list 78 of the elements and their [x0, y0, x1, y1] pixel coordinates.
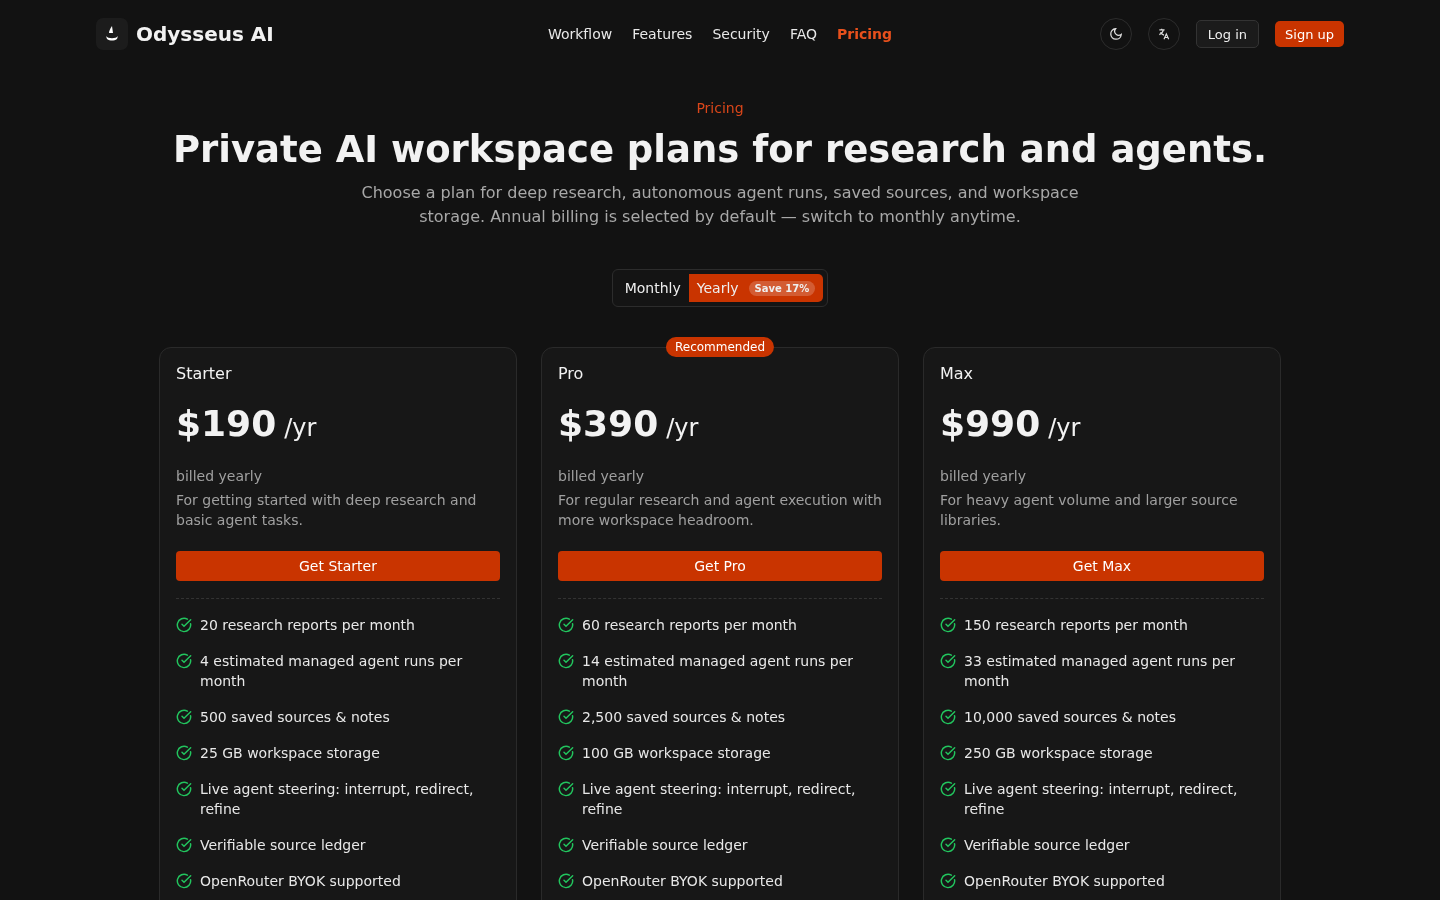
- check-circle-icon: [558, 617, 574, 633]
- check-circle-icon: [940, 617, 956, 633]
- feature-text: Verifiable source ledger: [964, 836, 1130, 855]
- nav-link[interactable]: Pricing: [837, 26, 893, 42]
- logo-icon: [96, 18, 128, 50]
- billing-note: billed yearly: [940, 468, 1027, 484]
- feature-text: 60 research reports per month: [582, 616, 797, 635]
- language-icon: [1156, 27, 1171, 41]
- plan-description: For regular research and agent execution with more workspace headroom.: [558, 491, 882, 530]
- feature-text: 250 GB workspace storage: [964, 744, 1153, 763]
- billing-note: billed yearly: [176, 468, 263, 484]
- check-circle-icon: [176, 617, 192, 633]
- check-circle-icon: [176, 873, 192, 889]
- feature-text: Live agent steering: interrupt, redirect, refine: [582, 780, 857, 819]
- plan-price: $990: [940, 403, 1041, 444]
- feature-text: Verifiable source ledger: [582, 836, 748, 855]
- login-button[interactable]: Log in: [1195, 20, 1259, 48]
- plan-cta-button[interactable]: Get Pro: [558, 551, 882, 581]
- billing-option[interactable]: Monthly: [616, 274, 689, 302]
- moon-icon: [1108, 27, 1123, 41]
- feature-text: 100 GB workspace storage: [582, 744, 771, 763]
- nav-link[interactable]: Workflow: [547, 26, 613, 42]
- feature-text: Verifiable source ledger: [200, 836, 366, 855]
- feature-text: 14 estimated managed agent runs per month: [582, 652, 855, 691]
- feature-text: 20 research reports per month: [200, 616, 415, 635]
- nav-link[interactable]: FAQ: [789, 26, 818, 42]
- check-circle-icon: [940, 653, 956, 669]
- check-circle-icon: [940, 837, 956, 853]
- check-circle-icon: [940, 781, 956, 797]
- plan-price: $190: [176, 403, 277, 444]
- nav-link[interactable]: Security: [712, 26, 770, 42]
- feature-text: 150 research reports per month: [964, 616, 1188, 635]
- feature-text: OpenRouter BYOK supported: [964, 872, 1165, 891]
- plan-name: Starter: [176, 364, 233, 383]
- check-circle-icon: [176, 745, 192, 761]
- check-circle-icon: [176, 709, 192, 725]
- check-circle-icon: [558, 837, 574, 853]
- check-circle-icon: [558, 709, 574, 725]
- billing-note: billed yearly: [558, 468, 645, 484]
- feature-text: 2,500 saved sources & notes: [582, 708, 786, 727]
- signup-button[interactable]: Sign up: [1275, 21, 1344, 47]
- discount-badge: Save 17%: [748, 280, 816, 296]
- price-period: /yr: [284, 414, 317, 442]
- plan-price: $390: [558, 403, 659, 444]
- feature-text: OpenRouter BYOK supported: [582, 872, 783, 891]
- page-subtitle: Choose a plan for deep research, autonomous agent runs, saved sources, and workspace storage. Annual billing is selected by default — switch to monthly anytime.: [360, 182, 1080, 228]
- check-circle-icon: [176, 781, 192, 797]
- feature-text: OpenRouter BYOK supported: [200, 872, 401, 891]
- check-circle-icon: [940, 873, 956, 889]
- plan-cta-button[interactable]: Get Starter: [176, 551, 500, 581]
- plan-description: For heavy agent volume and larger source libraries.: [940, 491, 1239, 530]
- price-period: /yr: [1048, 414, 1081, 442]
- feature-text: 33 estimated managed agent runs per month: [964, 652, 1237, 691]
- plan-name: Pro: [558, 364, 585, 383]
- price-period: /yr: [666, 414, 699, 442]
- billing-option[interactable]: Yearly Save 17%: [688, 274, 824, 302]
- feature-text: Live agent steering: interrupt, redirect, refine: [964, 780, 1239, 819]
- feature-text: 4 estimated managed agent runs per month: [200, 652, 464, 691]
- feature-text: 500 saved sources & notes: [200, 708, 390, 727]
- check-circle-icon: [176, 653, 192, 669]
- check-circle-icon: [558, 745, 574, 761]
- check-circle-icon: [558, 873, 574, 889]
- check-circle-icon: [940, 709, 956, 725]
- nav-link[interactable]: Features: [632, 26, 693, 42]
- brand-name: Odysseus AI: [136, 22, 274, 46]
- check-circle-icon: [940, 745, 956, 761]
- plan-description: For getting started with deep research and basic agent tasks.: [176, 491, 478, 530]
- section-eyebrow: Pricing: [696, 100, 744, 116]
- check-circle-icon: [558, 781, 574, 797]
- feature-text: 25 GB workspace storage: [200, 744, 380, 763]
- check-circle-icon: [176, 837, 192, 853]
- recommended-badge: Recommended: [665, 337, 775, 357]
- feature-text: Live agent steering: interrupt, redirect, refine: [200, 780, 475, 819]
- check-circle-icon: [558, 653, 574, 669]
- plan-cta-button[interactable]: Get Max: [940, 551, 1264, 581]
- feature-text: 10,000 saved sources & notes: [964, 708, 1176, 727]
- page-title: Private AI workspace plans for research and agents.: [172, 128, 1268, 171]
- plan-name: Max: [940, 364, 975, 383]
